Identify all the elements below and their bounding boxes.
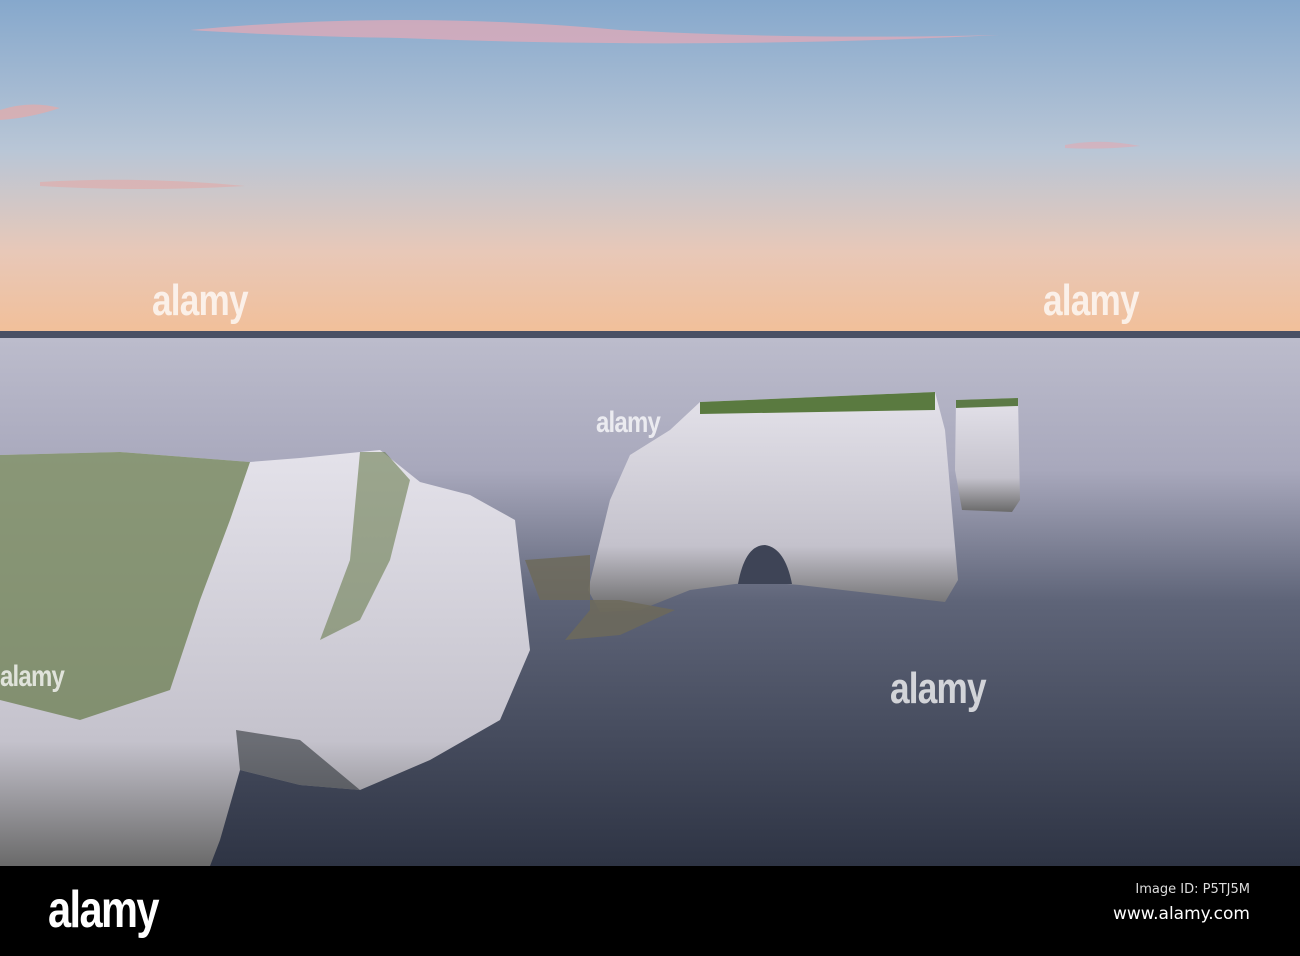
- watermark: alamy: [0, 660, 65, 693]
- site-url: www.alamy.com: [1112, 904, 1250, 924]
- alamy-logo: alamy: [48, 881, 160, 939]
- watermark: alamy: [596, 406, 661, 439]
- watermark: alamy: [152, 276, 249, 325]
- watermark: alamy: [890, 664, 987, 713]
- watermark: alamy: [1043, 276, 1140, 325]
- distant-shore: [0, 331, 1300, 338]
- footer-bar: alamy Image ID: P5TJ5M www.alamy.com: [0, 866, 1300, 956]
- right-stack: [955, 398, 1020, 512]
- image-id: Image ID: P5TJ5M: [1135, 882, 1250, 897]
